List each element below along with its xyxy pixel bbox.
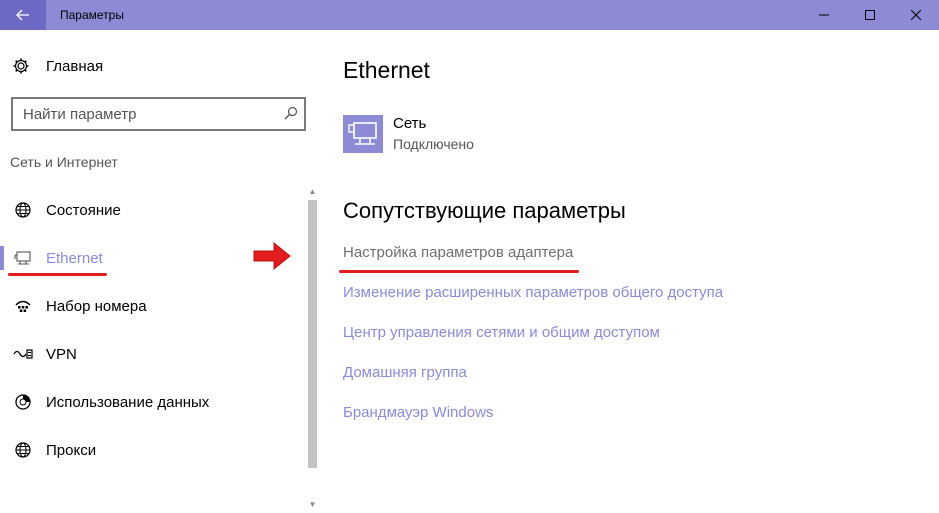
scroll-down-icon[interactable]: ▼ (307, 499, 318, 510)
scroll-thumb[interactable] (308, 200, 317, 468)
firewall-link[interactable]: Брандмауэр Windows (343, 404, 493, 421)
sidebar-scrollbar[interactable]: ▲ ▼ (307, 186, 318, 510)
ethernet-icon (12, 250, 34, 266)
search-icon[interactable] (284, 106, 298, 125)
network-icon (343, 115, 383, 153)
homegroup-link[interactable]: Домашняя группа (343, 364, 467, 381)
sidebar-item-data-usage[interactable]: Использование данных (0, 382, 300, 422)
close-button[interactable] (893, 0, 939, 30)
sidebar-item-label: Набор номера (46, 297, 147, 315)
adapter-settings-link[interactable]: Настройка параметров адаптера (343, 244, 573, 261)
sidebar-item-label: Прокси (46, 441, 97, 459)
sidebar-item-vpn[interactable]: VPN (0, 334, 300, 374)
minimize-icon (819, 14, 829, 16)
sidebar-item-status[interactable]: Состояние (0, 190, 300, 230)
network-center-link[interactable]: Центр управления сетями и общим доступом (343, 324, 660, 341)
close-icon (911, 10, 921, 20)
sidebar-item-dialup[interactable]: Набор номера (0, 286, 300, 326)
search-input[interactable] (13, 105, 263, 123)
main-content: Ethernet Сеть Подключено Сопутствующие п… (322, 30, 939, 513)
globe-icon (12, 201, 34, 219)
globe-icon (12, 441, 34, 459)
data-usage-icon (12, 393, 34, 411)
sidebar-item-label: Ethernet (46, 249, 103, 267)
back-arrow-icon (16, 9, 29, 21)
sidebar-item-label: VPN (46, 345, 77, 363)
gear-icon (12, 57, 34, 75)
dialup-icon (12, 298, 34, 314)
sidebar-item-label: Использование данных (46, 393, 210, 411)
maximize-button[interactable] (847, 0, 893, 30)
active-indicator (0, 246, 4, 270)
minimize-button[interactable] (801, 0, 847, 30)
window-title: Параметры (60, 8, 124, 22)
page-title: Ethernet (343, 57, 430, 83)
section-label: Сеть и Интернет (10, 154, 118, 170)
home-label: Главная (46, 57, 104, 75)
maximize-icon (865, 10, 875, 20)
advanced-sharing-link[interactable]: Изменение расширенных параметров общего … (343, 284, 723, 301)
related-settings-title: Сопутствующие параметры (343, 198, 626, 223)
network-item[interactable]: Сеть Подключено (343, 114, 474, 154)
network-status: Подключено (393, 136, 474, 152)
vpn-icon (12, 347, 34, 361)
scroll-up-icon[interactable]: ▲ (307, 186, 318, 197)
annotation-underline (8, 273, 107, 276)
home-link[interactable]: Главная (12, 57, 103, 75)
annotation-arrow-icon (253, 241, 291, 271)
search-box[interactable] (11, 97, 306, 131)
sidebar-item-label: Состояние (46, 201, 121, 219)
sidebar-item-proxy[interactable]: Прокси (0, 430, 300, 470)
network-name: Сеть (393, 115, 427, 132)
annotation-underline (339, 270, 579, 273)
back-button[interactable] (0, 0, 46, 30)
title-bar: Параметры (0, 0, 939, 30)
window-controls (801, 0, 939, 30)
